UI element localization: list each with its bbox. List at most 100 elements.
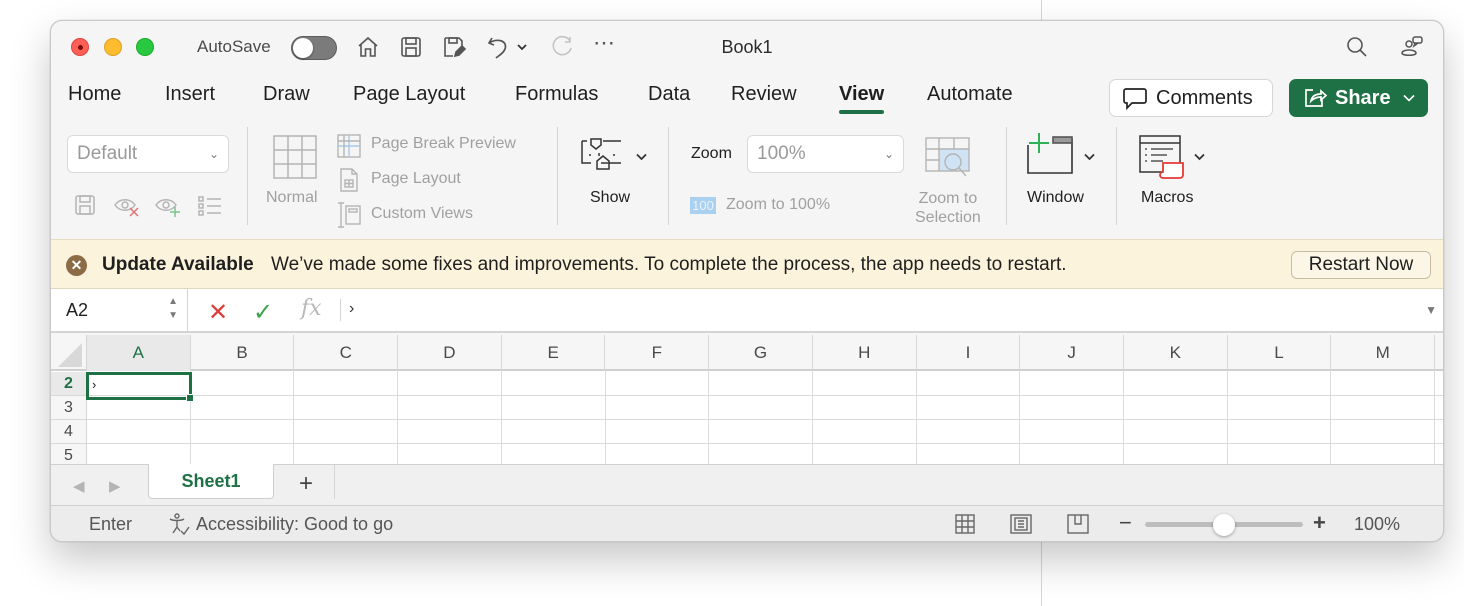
- custom-views-icon[interactable]: [336, 201, 362, 229]
- save-as-icon[interactable]: [440, 33, 468, 61]
- exit-view-icon[interactable]: [113, 193, 143, 221]
- collaborate-icon[interactable]: [1398, 33, 1426, 61]
- new-view-icon[interactable]: [154, 193, 184, 221]
- macros-label[interactable]: Macros: [1141, 189, 1193, 207]
- column-header-b[interactable]: B: [191, 335, 295, 371]
- close-window-button[interactable]: [71, 38, 89, 56]
- previous-sheet-icon[interactable]: ◀: [73, 477, 85, 495]
- page-layout-icon[interactable]: [337, 167, 361, 193]
- page-layout-button[interactable]: Page Layout: [371, 170, 461, 188]
- active-cell[interactable]: ›: [86, 372, 194, 402]
- row-header-5[interactable]: 5: [51, 444, 87, 464]
- view-options-icon[interactable]: [196, 193, 224, 219]
- column-header-h[interactable]: H: [813, 335, 917, 371]
- page-break-preview-icon[interactable]: [336, 133, 362, 159]
- tab-draw[interactable]: Draw: [263, 83, 310, 106]
- undo-icon[interactable]: [485, 33, 513, 61]
- dismiss-banner-icon[interactable]: ✕: [66, 255, 87, 276]
- confirm-entry-icon[interactable]: ✓: [253, 298, 273, 327]
- gridline: [87, 419, 1443, 420]
- column-header-i[interactable]: I: [917, 335, 1021, 371]
- zoom-to-selection-button[interactable]: Zoom to Selection: [915, 189, 981, 227]
- insert-function-icon[interactable]: fx: [301, 296, 322, 321]
- row-header-4[interactable]: 4: [51, 420, 87, 444]
- tab-page-layout[interactable]: Page Layout: [353, 83, 465, 106]
- share-button[interactable]: Share: [1289, 79, 1428, 117]
- tab-insert[interactable]: Insert: [165, 83, 215, 106]
- sheet-view-select[interactable]: Default ⌄: [67, 135, 229, 173]
- more-icon[interactable]: ⋯: [590, 29, 618, 57]
- row-header-2[interactable]: 2: [51, 372, 87, 396]
- status-bar: Enter Accessibility: Good to go − + 100%: [51, 506, 1443, 541]
- formula-input[interactable]: ›: [349, 300, 354, 318]
- window-icon[interactable]: [1025, 131, 1077, 177]
- normal-view-label[interactable]: Normal: [266, 189, 318, 207]
- title-bar: AutoSave ⋯ Book1: [51, 21, 1443, 73]
- name-box[interactable]: A2 ▲ ▼: [51, 289, 188, 331]
- column-header-c[interactable]: C: [294, 335, 399, 371]
- page-layout-status-icon[interactable]: [1009, 513, 1033, 535]
- tab-formulas[interactable]: Formulas: [515, 83, 598, 106]
- zoom-percentage[interactable]: 100%: [1354, 514, 1400, 535]
- tab-automate[interactable]: Automate: [927, 83, 1013, 106]
- cancel-entry-icon[interactable]: ✕: [208, 298, 228, 327]
- name-box-stepper-icon[interactable]: ▲ ▼: [168, 295, 178, 323]
- show-icon[interactable]: [579, 135, 627, 175]
- search-icon[interactable]: [1343, 33, 1371, 61]
- zoom-out-button[interactable]: −: [1119, 510, 1132, 536]
- undo-dropdown-icon[interactable]: [514, 33, 530, 61]
- accessibility-status[interactable]: Accessibility: Good to go: [196, 514, 393, 535]
- page-break-status-icon[interactable]: [1066, 513, 1090, 535]
- column-header-j[interactable]: J: [1020, 335, 1124, 371]
- add-sheet-button[interactable]: +: [291, 470, 321, 498]
- column-header-e[interactable]: E: [502, 335, 606, 371]
- next-sheet-icon[interactable]: ▶: [109, 477, 121, 495]
- column-header-m[interactable]: M: [1331, 335, 1436, 371]
- share-dropdown-icon[interactable]: [1403, 94, 1415, 102]
- sheet-tab-sheet1[interactable]: Sheet1: [148, 464, 274, 499]
- tab-view[interactable]: View: [839, 83, 885, 114]
- zoom-to-selection-icon[interactable]: [924, 137, 972, 181]
- autosave-toggle[interactable]: [291, 36, 337, 60]
- zoom-slider[interactable]: [1145, 514, 1303, 536]
- column-header-g[interactable]: G: [709, 335, 813, 371]
- keep-view-icon[interactable]: [71, 191, 99, 219]
- show-label[interactable]: Show: [590, 189, 630, 207]
- comments-button[interactable]: Comments: [1109, 79, 1273, 117]
- redo-icon[interactable]: [548, 33, 576, 61]
- macros-dropdown-icon[interactable]: [1194, 153, 1205, 161]
- zoom-in-button[interactable]: +: [1313, 510, 1326, 536]
- row-header-3[interactable]: 3: [51, 396, 87, 420]
- zoom-to-100-button[interactable]: Zoom to 100%: [726, 196, 830, 214]
- column-header-f[interactable]: F: [606, 335, 710, 371]
- restart-now-button[interactable]: Restart Now: [1291, 251, 1431, 279]
- zoom-slider-handle[interactable]: [1213, 514, 1235, 536]
- sheet-view-value: Default: [77, 143, 138, 164]
- column-header-d[interactable]: D: [398, 335, 502, 371]
- column-header-l[interactable]: L: [1228, 335, 1332, 371]
- zoom-select[interactable]: 100% ⌄: [747, 135, 904, 173]
- column-header-k[interactable]: K: [1124, 335, 1228, 371]
- update-banner: ✕ Update Available We’ve made some fixes…: [51, 239, 1443, 289]
- select-all-button[interactable]: [51, 335, 87, 371]
- zoom-window-button[interactable]: [136, 38, 154, 56]
- expand-formula-bar-icon[interactable]: ▼: [1425, 303, 1437, 317]
- tab-review[interactable]: Review: [731, 83, 797, 106]
- column-header-a[interactable]: A: [87, 335, 191, 371]
- spreadsheet-grid[interactable]: ABCDEFGHIJKLM 2345 ›: [51, 335, 1443, 464]
- tab-home[interactable]: Home: [68, 83, 121, 106]
- macros-icon[interactable]: [1137, 133, 1189, 183]
- page-break-preview-button[interactable]: Page Break Preview: [371, 135, 516, 153]
- home-icon[interactable]: [354, 33, 382, 61]
- custom-views-button[interactable]: Custom Views: [371, 205, 473, 223]
- window-dropdown-icon[interactable]: [1084, 153, 1095, 161]
- normal-view-icon[interactable]: [271, 133, 319, 181]
- show-dropdown-icon[interactable]: [636, 153, 647, 161]
- minimize-window-button[interactable]: [104, 38, 122, 56]
- group-separator: [668, 127, 669, 225]
- group-separator: [1116, 127, 1117, 225]
- save-icon[interactable]: [397, 33, 425, 61]
- window-label[interactable]: Window: [1027, 189, 1084, 207]
- normal-view-status-icon[interactable]: [953, 513, 977, 535]
- tab-data[interactable]: Data: [648, 83, 690, 106]
